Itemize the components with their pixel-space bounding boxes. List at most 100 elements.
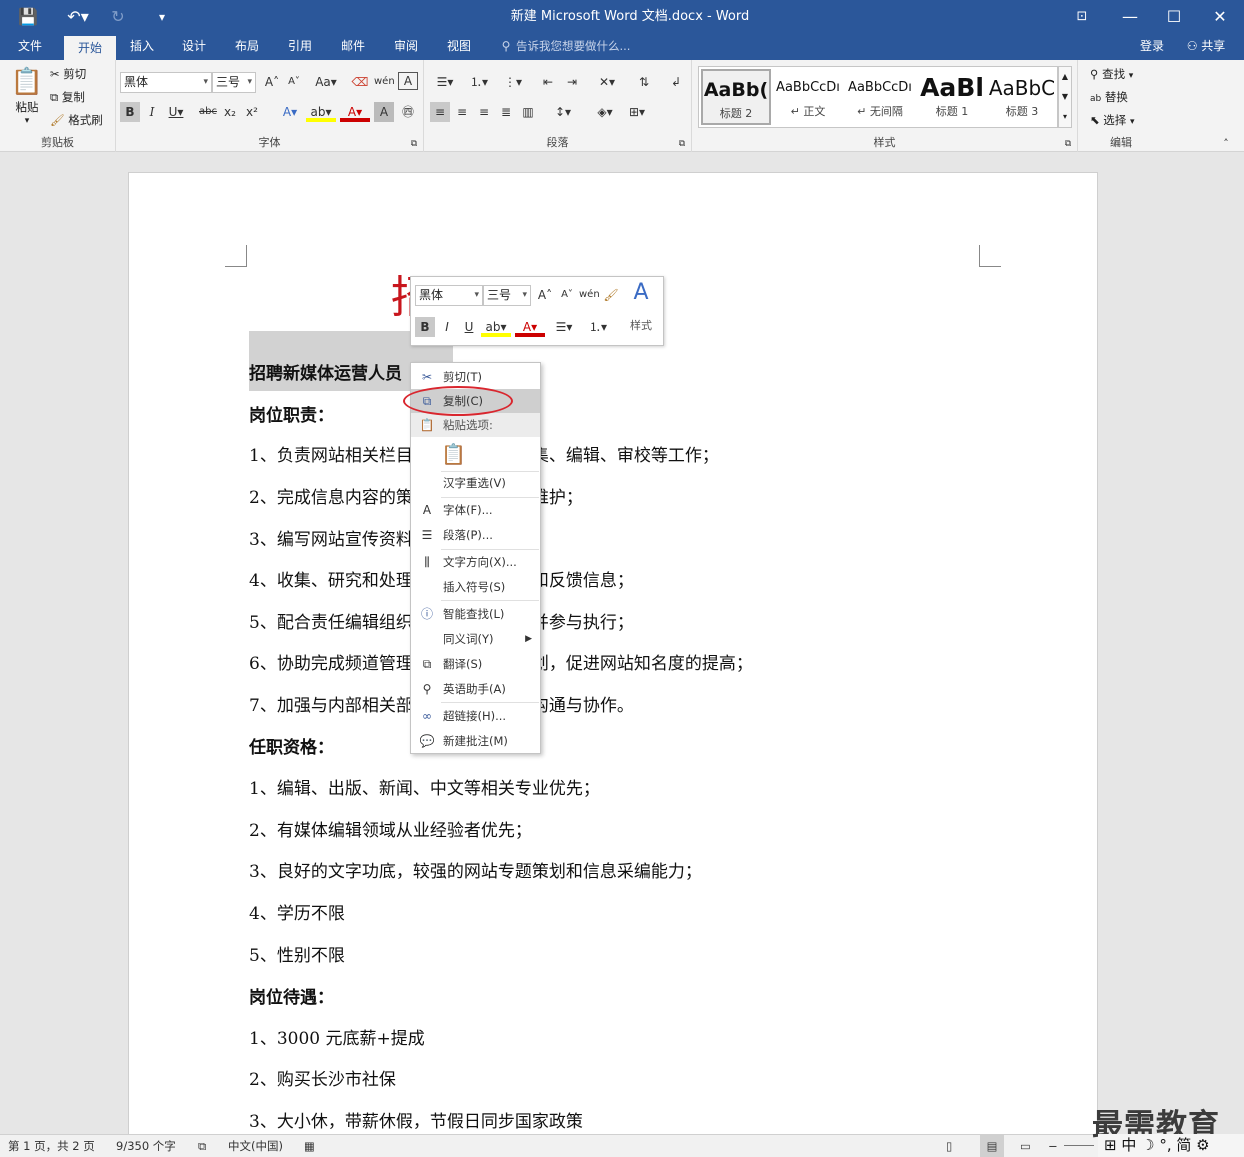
align-right-icon[interactable]: ≡: [474, 102, 494, 122]
decrease-indent-icon[interactable]: ⇤: [538, 72, 558, 92]
customize-qat-icon[interactable]: ▾: [152, 0, 172, 34]
menu-item-paragraph[interactable]: ☰ 段落(P)...: [411, 523, 540, 547]
char-border-icon[interactable]: A: [398, 72, 418, 90]
document-paragraph[interactable]: 1、3000 元底薪+提成: [249, 1024, 425, 1049]
tab-insert[interactable]: 插入: [120, 34, 164, 60]
subscript-icon[interactable]: x₂: [220, 102, 240, 122]
menu-item-hyperlink[interactable]: ∞ 超链接(H)...: [411, 704, 540, 728]
tab-layout[interactable]: 布局: [225, 34, 269, 60]
document-paragraph[interactable]: 3、良好的文字功底，较强的网站专题策划和信息采编能力；: [249, 857, 702, 882]
chinese-layout-icon[interactable]: ✕▾: [592, 72, 622, 92]
mini-bullets-icon[interactable]: ☰▾: [549, 317, 579, 337]
grow-font-icon[interactable]: A˄: [262, 72, 282, 92]
italic-icon[interactable]: I: [142, 102, 162, 122]
tab-design[interactable]: 设计: [172, 34, 216, 60]
highlight-icon[interactable]: ab▾: [306, 102, 336, 122]
ime-settings-icon[interactable]: ⚙: [1196, 1136, 1209, 1154]
mini-numbering-icon[interactable]: ⒈▾: [583, 317, 613, 337]
undo-icon[interactable]: ↶▾: [58, 0, 98, 34]
ime-grid-icon[interactable]: ⊞: [1104, 1136, 1117, 1154]
mini-bold-icon[interactable]: B: [415, 317, 435, 337]
styles-scrollbar[interactable]: ▲ ▼ ▾: [1058, 66, 1072, 128]
tab-file[interactable]: 文件: [8, 34, 52, 60]
replace-button[interactable]: ab 替换: [1090, 88, 1128, 108]
print-layout-icon[interactable]: ▤: [980, 1135, 1004, 1157]
font-color-icon[interactable]: A▾: [340, 102, 370, 122]
mini-font-color-icon[interactable]: A▾: [515, 317, 545, 337]
menu-item-paste-keep-text[interactable]: 📋: [411, 439, 540, 469]
strikethrough-icon[interactable]: abc: [198, 102, 218, 122]
document-heading[interactable]: 招聘新媒体运营人员: [249, 359, 402, 384]
language-indicator[interactable]: 中文(中国): [228, 1135, 283, 1157]
bullets-icon[interactable]: ☰▾: [430, 72, 460, 92]
numbering-icon[interactable]: ⒈▾: [464, 72, 494, 92]
document-heading[interactable]: 岗位职责：: [249, 401, 334, 426]
justify-icon[interactable]: ≣: [496, 102, 516, 122]
mini-underline-icon[interactable]: U: [459, 317, 479, 337]
enclose-char-icon[interactable]: ㊃: [398, 102, 418, 122]
select-button[interactable]: ⬉ 选择 ▾: [1090, 111, 1134, 131]
font-name-combo[interactable]: 黑体: [120, 72, 212, 93]
tab-references[interactable]: 引用: [278, 34, 322, 60]
style-heading-3[interactable]: AaBbC 标题 3: [987, 69, 1057, 125]
mini-highlight-icon[interactable]: ab▾: [481, 317, 511, 337]
save-icon[interactable]: 💾: [14, 0, 42, 34]
menu-item-translate[interactable]: ⧉ 翻译(S): [411, 652, 540, 676]
word-count[interactable]: 9/350 个字: [116, 1135, 176, 1157]
document-heading[interactable]: 任职资格：: [249, 733, 334, 758]
menu-item-english-assistant[interactable]: ⚲ 英语助手(A): [411, 677, 540, 701]
zoom-out-icon[interactable]: −: [1048, 1135, 1058, 1157]
cut-button[interactable]: ✂ 剪切: [50, 65, 86, 83]
mini-italic-icon[interactable]: I: [437, 317, 457, 337]
multilevel-list-icon[interactable]: ⋮▾: [498, 72, 528, 92]
style-heading-2[interactable]: AaBb( 标题 2: [701, 69, 771, 125]
read-mode-icon[interactable]: ▯: [946, 1135, 952, 1157]
menu-item-insert-symbol[interactable]: 插入符号(S): [411, 575, 540, 599]
tab-home[interactable]: 开始: [64, 34, 116, 60]
scroll-down-icon[interactable]: ▼: [1059, 87, 1071, 107]
scroll-up-icon[interactable]: ▲: [1059, 67, 1071, 87]
styles-dialog-launcher-icon[interactable]: ⧉: [1062, 138, 1074, 150]
minimize-icon[interactable]: —: [1116, 0, 1144, 34]
menu-item-smart-lookup[interactable]: ⓘ 智能查找(L): [411, 602, 540, 626]
menu-item-font[interactable]: A 字体(F)...: [411, 498, 540, 522]
align-center-icon[interactable]: ≡: [452, 102, 472, 122]
superscript-icon[interactable]: x²: [242, 102, 262, 122]
tell-me-box[interactable]: 告诉我您想要做什么...: [516, 34, 646, 60]
increase-indent-icon[interactable]: ⇥: [562, 72, 582, 92]
mini-styles-button[interactable]: A: [625, 281, 657, 305]
macro-icon[interactable]: ▦: [304, 1135, 315, 1157]
document-paragraph[interactable]: 2、有媒体编辑领域从业经验者优先；: [249, 816, 532, 841]
mini-grow-font-icon[interactable]: A˄: [535, 285, 555, 305]
change-case-icon[interactable]: Aa▾: [312, 72, 340, 92]
ime-toolbar[interactable]: ⊞ 中 ☽ °, 简 ⚙: [1098, 1134, 1244, 1157]
mini-pinyin-icon[interactable]: wén: [579, 285, 600, 305]
close-icon[interactable]: ✕: [1206, 0, 1234, 34]
document-paragraph[interactable]: 4、学历不限: [249, 899, 345, 924]
document-paragraph[interactable]: 5、性别不限: [249, 941, 345, 966]
document-paragraph[interactable]: 1、编辑、出版、新闻、中文等相关专业优先；: [249, 774, 600, 799]
font-dialog-launcher-icon[interactable]: ⧉: [408, 138, 420, 150]
page-count[interactable]: 第 1 页，共 2 页: [8, 1135, 95, 1157]
menu-item-reconversion[interactable]: 汉字重选(V): [411, 471, 540, 495]
clear-format-icon[interactable]: ⌫: [350, 72, 370, 92]
line-spacing-icon[interactable]: ↕▾: [548, 102, 578, 122]
maximize-icon[interactable]: ☐: [1160, 0, 1188, 34]
align-left-icon[interactable]: ≡: [430, 102, 450, 122]
char-shading-icon[interactable]: A: [374, 102, 394, 122]
share-button[interactable]: ⚇ 共享: [1176, 34, 1236, 60]
format-painter-button[interactable]: 🖌 格式刷: [50, 111, 103, 129]
find-button[interactable]: ⚲ 查找 ▾: [1090, 65, 1133, 85]
zoom-slider[interactable]: [1064, 1145, 1094, 1146]
proofing-icon[interactable]: ⧉: [198, 1135, 206, 1157]
font-size-combo[interactable]: 三号: [212, 72, 256, 93]
paragraph-dialog-launcher-icon[interactable]: ⧉: [676, 138, 688, 150]
document-heading[interactable]: 岗位待遇：: [249, 983, 334, 1008]
menu-item-text-direction[interactable]: ⫼ 文字方向(X)...: [411, 550, 540, 574]
shrink-font-icon[interactable]: A˅: [284, 72, 304, 92]
tab-view[interactable]: 视图: [437, 34, 481, 60]
redo-icon[interactable]: ↻: [106, 0, 130, 34]
web-layout-icon[interactable]: ▭: [1020, 1135, 1031, 1157]
mini-font-size-combo[interactable]: 三号: [483, 285, 531, 306]
show-marks-icon[interactable]: ↲: [666, 72, 686, 92]
